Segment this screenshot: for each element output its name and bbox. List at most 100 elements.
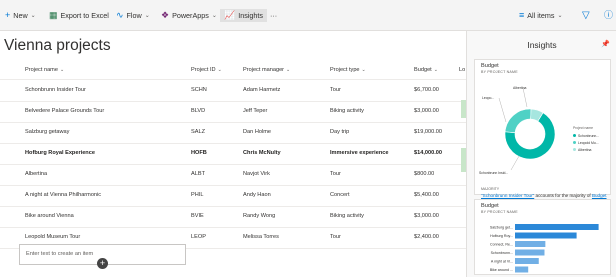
bar[interactable] [515,232,577,239]
cell-manager: Andy Haon [243,192,271,198]
donut-slice[interactable] [504,108,532,133]
bar[interactable] [515,249,545,256]
insights-button[interactable]: 📈 Insights [220,9,267,22]
column-header-project-type[interactable]: Project type ⌄ [330,67,366,73]
cell-manager: Navjot Virk [243,171,270,177]
cell-type: Tour [330,171,341,177]
command-bar: + New ⌄ ▦ Export to Excel ∿ Flow ⌄ ❖ Pow… [0,0,616,31]
bar-category-label: Salzburg get... [490,226,513,230]
filter-button[interactable]: ▽ [582,9,593,22]
insights-title: Insights [527,40,557,50]
column-header-budget[interactable]: Budget ⌄ [414,67,438,73]
cell-name[interactable]: Leopold Museum Tour [25,234,80,240]
table-row[interactable]: Belvedere Palace Grounds Tour BLVD Jeff Te… [0,101,468,123]
cell-manager: Adam Harmetz [243,87,281,93]
cell-type: Day trip [330,129,350,135]
legend-item: Schonbrunn... [578,134,600,138]
table-row[interactable]: Albertina ALBT Navjot Virk Tour $800.00 [0,164,468,186]
cell-id: LEOP [191,234,206,240]
chevron-down-icon: ⌄ [144,13,150,19]
cell-name[interactable]: Salzburg getaway [25,129,69,135]
cell-name[interactable]: Belvedere Palace Grounds Tour [25,108,104,114]
budget-link[interactable]: Budget [592,193,607,198]
majority-label: MAJORITY [481,187,500,191]
column-header-location[interactable]: Lo [459,67,465,73]
cell-budget: $5,400.00 [414,192,439,198]
cell-id: ALBT [191,171,205,177]
chevron-down-icon: ⌄ [30,13,36,19]
cell-type: Tour [330,234,341,240]
new-button[interactable]: + New ⌄ [5,9,36,22]
cell-manager: Dan Holme [243,129,271,135]
cell-name[interactable]: Bike around Vienna [25,213,74,219]
bar[interactable] [515,266,529,273]
cell-id: SCHN [191,87,207,93]
cell-type: Tour [330,87,341,93]
plus-icon: + [5,10,11,20]
callout-line [522,87,528,108]
chart-icon: 📈 [224,10,236,20]
view-selector[interactable]: ≡ All items ⌄ [519,9,562,22]
insight-card-donut[interactable]: Budget BY PROJECT NAME Albertina Leopo..… [474,59,611,204]
cell-budget: $19,000.00 [414,129,442,135]
new-label: New [13,11,28,20]
cell-budget: $6,700.00 [414,87,439,93]
cell-budget: $2,400.00 [414,234,439,240]
bar-category-label: Bike around ... [490,268,513,272]
cell-name[interactable]: Schonbrunn Insider Tour [25,87,86,93]
donut-callout: Schonbrunn Insid... [479,171,509,175]
powerapps-button[interactable]: ❖ PowerApps ⌄ [161,9,217,22]
cell-type: Immersive experience [330,150,389,156]
more-button[interactable]: ··· [270,9,277,22]
cell-manager: Melissa Torres [243,234,279,240]
table-row[interactable]: Schonbrunn Insider Tour SCHN Adam Harmetz T… [0,80,468,102]
add-item-icon[interactable]: + [97,258,108,269]
bar[interactable] [515,241,546,247]
info-button[interactable]: ⓘ [604,9,616,22]
cell-budget: $3,000.00 [414,108,439,114]
table-row[interactable]: Hofburg Royal Experience HOFB Chris McNult… [0,143,468,165]
column-header-project-name[interactable]: Project name ⌄ [25,67,64,73]
legend-swatch [573,134,576,137]
cell-name[interactable]: Albertina [25,171,47,177]
cell-id: BLVD [191,108,206,114]
insights-label: Insights [238,11,263,20]
legend-item: Albertina [578,148,592,152]
insight-card-bar[interactable]: Budget BY PROJECT NAME Salzburg get... Ho… [474,199,611,275]
bar[interactable] [515,224,599,230]
export-excel-button[interactable]: ▦ Export to Excel [49,9,109,22]
insights-pane: Insights 📌 Budget BY PROJECT NAME Albert… [466,31,616,277]
bar-chart: Salzburg get... Hofburg Roy... Connect, Re… [490,224,599,273]
cell-budget: $800.00 [414,171,435,177]
donut-callout: Albertina [513,86,527,90]
callout-line [498,97,507,123]
bar[interactable] [515,258,539,264]
cell-type: Biking activity [330,213,364,219]
cell-type: Biking activity [330,108,364,114]
column-header-project-id[interactable]: Project ID ⌄ [191,67,222,73]
table-row[interactable]: A night at Vienna Philharmonic PHIL Andy H… [0,185,468,207]
cell-type: Concert [330,192,350,198]
cell-budget: $14,000.00 [414,150,442,156]
info-icon: ⓘ [604,10,614,20]
pin-icon[interactable]: 📌 [601,40,610,48]
table-row[interactable]: Salzburg getaway SALZ Dan Holme Day trip $19… [0,122,468,144]
chevron-down-icon: ⌄ [211,13,217,19]
donut-chart [498,87,556,171]
cell-name[interactable]: A night at Vienna Philharmonic [25,192,101,198]
powerapps-icon: ❖ [161,10,170,20]
create-item-placeholder: Enter text to create an item [26,251,94,257]
flow-button[interactable]: ∿ Flow ⌄ [116,9,150,22]
table-row[interactable]: Bike around Vienna BVIE Randy Wong Biking a… [0,206,468,228]
donut-callout: Leopo... [482,96,495,100]
page-title: Vienna projects [4,37,111,54]
bar-category-label: Hofburg Roy... [490,234,513,238]
bar-category-label: Schonbrunn... [491,251,513,255]
column-header-project-manager[interactable]: Project manager ⌄ [243,67,290,73]
cell-budget: $3,000.00 [414,213,439,219]
cell-name[interactable]: Hofburg Royal Experience [25,150,95,156]
majority-project-link[interactable]: "Schonbrunn Insider Tour" [481,193,534,198]
bar-category-label: A night at Vi... [491,260,513,264]
legend-swatch [573,148,576,151]
bar-category-label: Connect, Re... [490,243,513,247]
